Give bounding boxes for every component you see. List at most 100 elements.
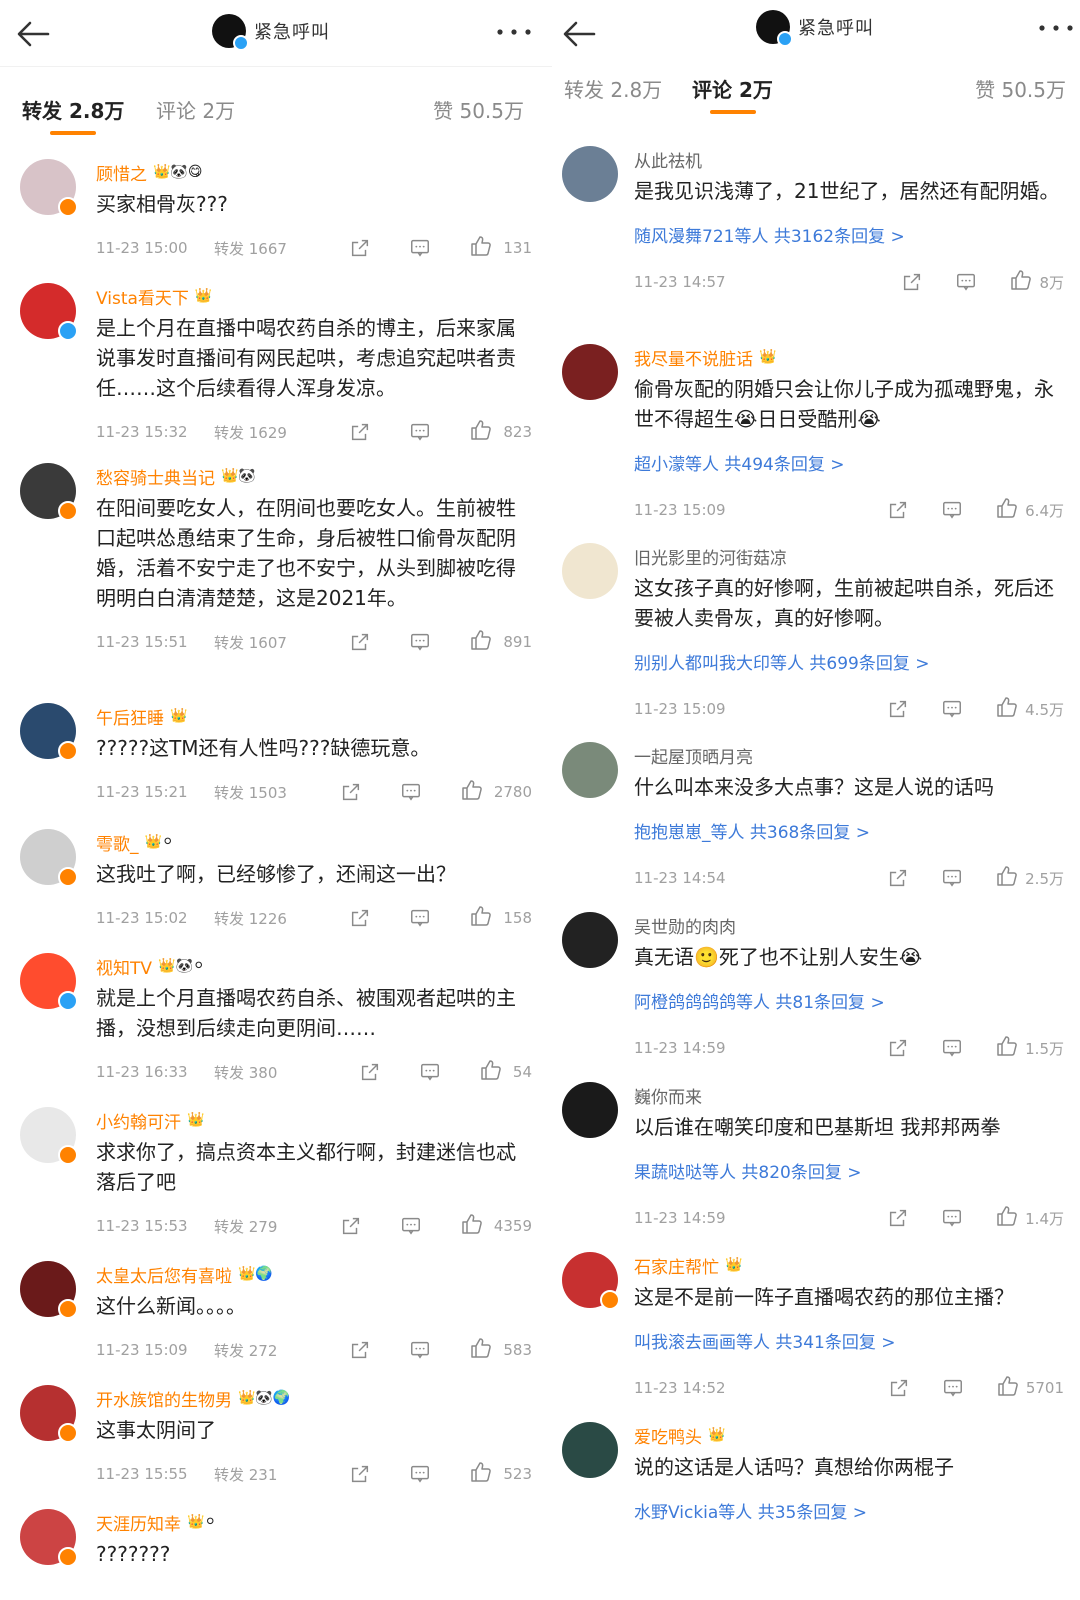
comment-icon[interactable] <box>409 421 431 443</box>
share-icon[interactable] <box>349 421 371 443</box>
share-icon[interactable] <box>349 907 371 929</box>
user-name[interactable]: 天涯历知幸 <box>96 1510 181 1535</box>
share-icon[interactable] <box>887 867 909 889</box>
replies-link[interactable]: 超小濛等人 共494条回复 > <box>634 450 1064 475</box>
like-button[interactable]: 583 <box>469 1336 532 1364</box>
share-icon[interactable] <box>349 1463 371 1485</box>
share-icon[interactable] <box>340 781 362 803</box>
like-button[interactable]: 823 <box>469 418 532 446</box>
user-name[interactable]: 开水族馆的生物男 <box>96 1386 232 1411</box>
like-button[interactable]: 158 <box>469 904 532 932</box>
comment-icon[interactable] <box>941 1207 963 1229</box>
comment-icon[interactable] <box>400 1215 422 1237</box>
comment-icon[interactable] <box>419 1061 441 1083</box>
user-name[interactable]: 视知TV <box>96 954 152 979</box>
comment-item[interactable]: 巍你而来 以后谁在嘲笑印度和巴基斯坦 我邦邦两拳 果蔬哒哒等人 共820条回复 > 1… <box>560 1082 1080 1234</box>
user-name[interactable]: 午后狂睡 <box>96 704 164 729</box>
avatar[interactable] <box>562 742 618 798</box>
user-name[interactable]: 从此祛机 <box>634 147 702 172</box>
comment-item[interactable]: 从此祛机 是我见识浅薄了，21世纪了，居然还有配阴婚。 随风漫舞721等人 共316… <box>560 146 1080 326</box>
user-name[interactable]: 顾惜之 <box>96 160 147 185</box>
avatar[interactable] <box>20 463 78 521</box>
replies-link[interactable]: 抱抱崽崽_等人 共368条回复 > <box>634 818 1064 843</box>
avatar[interactable] <box>20 703 78 761</box>
avatar[interactable] <box>20 953 78 1011</box>
avatar[interactable] <box>20 829 78 887</box>
avatar[interactable] <box>562 1422 618 1478</box>
tab-like[interactable]: 赞 50.5万 <box>975 74 1066 103</box>
user-name[interactable]: 我尽量不说脏话 <box>634 345 753 370</box>
comment-item[interactable]: 一起屋顶晒月亮 什么叫本来没多大点事？这是人说的话吗 抱抱崽崽_等人 共368条回复… <box>560 742 1080 894</box>
like-button[interactable]: 131 <box>469 234 532 262</box>
avatar[interactable] <box>562 912 618 968</box>
comment-icon[interactable] <box>409 631 431 653</box>
replies-link[interactable]: 果蔬哒哒等人 共820条回复 > <box>634 1158 1064 1183</box>
replies-link[interactable]: 别别人都叫我大印等人 共699条回复 > <box>634 649 1064 674</box>
avatar[interactable] <box>20 1385 78 1443</box>
user-name[interactable]: 小约翰可汗 <box>96 1108 181 1133</box>
tab-comment[interactable]: 评论 2万 <box>156 95 235 124</box>
comment-item[interactable]: 午后狂睡 👑 ?????这TM还有人性吗???缺德玩意。 11-23 15:21 转发 … <box>0 703 552 813</box>
avatar[interactable] <box>20 283 78 341</box>
like-button[interactable]: 4359 <box>460 1212 532 1240</box>
comment-item[interactable]: Vista看天下 👑 是上个月在直播中喝农药自杀的博主，后来家属说事发时直播间有网民… <box>0 283 552 447</box>
avatar[interactable] <box>562 146 618 202</box>
user-name[interactable]: 太皇太后您有喜啦 <box>96 1262 232 1287</box>
comment-icon[interactable] <box>941 1037 963 1059</box>
more-icon[interactable] <box>1036 18 1076 38</box>
comment-icon[interactable] <box>409 1339 431 1361</box>
like-button[interactable]: 891 <box>469 628 532 656</box>
user-name[interactable]: 雩歌_ <box>96 830 139 855</box>
like-button[interactable]: 6.4万 <box>995 496 1064 524</box>
comment-icon[interactable] <box>409 907 431 929</box>
comment-icon[interactable] <box>941 867 963 889</box>
comment-item[interactable]: 顾惜之 👑🐼😋 买家相骨灰??? 11-23 15:00 转发 1667 131 <box>0 159 552 267</box>
like-button[interactable]: 523 <box>469 1460 532 1488</box>
like-button[interactable]: 1.5万 <box>995 1034 1064 1062</box>
back-icon[interactable] <box>14 14 54 54</box>
share-icon[interactable] <box>888 1377 910 1399</box>
like-button[interactable]: 8万 <box>1009 268 1064 296</box>
like-button[interactable]: 2780 <box>460 778 532 806</box>
back-icon[interactable] <box>560 14 600 54</box>
like-button[interactable]: 1.4万 <box>995 1204 1064 1232</box>
comment-item[interactable]: 我尽量不说脏话 👑 偷骨灰配的阴婚只会让你儿子成为孤魂野鬼，永世不得超生😭日日受酷刑… <box>560 344 1080 525</box>
share-icon[interactable] <box>340 1215 362 1237</box>
avatar[interactable] <box>20 1107 78 1165</box>
avatar[interactable] <box>562 1082 618 1138</box>
user-name[interactable]: 一起屋顶晒月亮 <box>634 743 753 768</box>
share-icon[interactable] <box>887 1207 909 1229</box>
avatar[interactable] <box>562 543 618 599</box>
comment-item[interactable]: 石家庄帮忙 👑 这是不是前一阵子直播喝农药的那位主播？ 叫我滚去画画等人 共341条回… <box>560 1252 1080 1404</box>
replies-link[interactable]: 水野Vickia等人 共35条回复 > <box>634 1498 1064 1523</box>
replies-link[interactable]: 阿橙鸽鸽鸽鸽等人 共81条回复 > <box>634 988 1064 1013</box>
comment-item[interactable]: 太皇太后您有喜啦 👑🌍 这什么新闻。。。。 11-23 15:09 转发 272 583 <box>0 1261 552 1369</box>
share-icon[interactable] <box>349 237 371 259</box>
replies-link[interactable]: 叫我滚去画画等人 共341条回复 > <box>634 1328 1064 1353</box>
share-icon[interactable] <box>349 1339 371 1361</box>
avatar[interactable] <box>20 1261 78 1319</box>
tab-comment[interactable]: 评论 2万 <box>692 74 773 103</box>
page-title[interactable]: 紧急呼叫 <box>756 10 874 47</box>
share-icon[interactable] <box>887 499 909 521</box>
share-icon[interactable] <box>887 1037 909 1059</box>
comment-item[interactable]: 开水族馆的生物男 👑🐼🌍 这事太阴间了 11-23 15:55 转发 231 523 <box>0 1385 552 1493</box>
user-name[interactable]: 愁容骑士典当记 <box>96 464 215 489</box>
page-title[interactable]: 紧急呼叫 <box>212 14 330 51</box>
more-icon[interactable] <box>494 22 534 42</box>
share-icon[interactable] <box>359 1061 381 1083</box>
comment-icon[interactable] <box>409 237 431 259</box>
comment-item[interactable]: 爱吃鸭头 👑 说的这话是人话吗？真想给你两棍子 水野Vickia等人 共35条回复 > <box>560 1422 1080 1542</box>
comment-icon[interactable] <box>409 1463 431 1485</box>
comment-item[interactable]: 天涯历知幸 👑⚪??????? <box>0 1509 552 1569</box>
share-icon[interactable] <box>887 698 909 720</box>
comment-item[interactable]: 雩歌_ 👑⚪ 这我吐了啊，已经够惨了，还闹这一出？ 11-23 15:02 转发 122… <box>0 829 552 937</box>
user-name[interactable]: 石家庄帮忙 <box>634 1253 719 1278</box>
comment-icon[interactable] <box>941 698 963 720</box>
avatar[interactable] <box>20 159 78 217</box>
avatar[interactable] <box>20 1509 78 1567</box>
share-icon[interactable] <box>349 631 371 653</box>
like-button[interactable]: 54 <box>479 1058 532 1086</box>
comment-item[interactable]: 小约翰可汗 👑 求求你了，搞点资本主义都行啊，封建迷信也忒落后了吧 11-23 15:… <box>0 1107 552 1245</box>
user-name[interactable]: 吴世勋的肉肉 <box>634 913 736 938</box>
